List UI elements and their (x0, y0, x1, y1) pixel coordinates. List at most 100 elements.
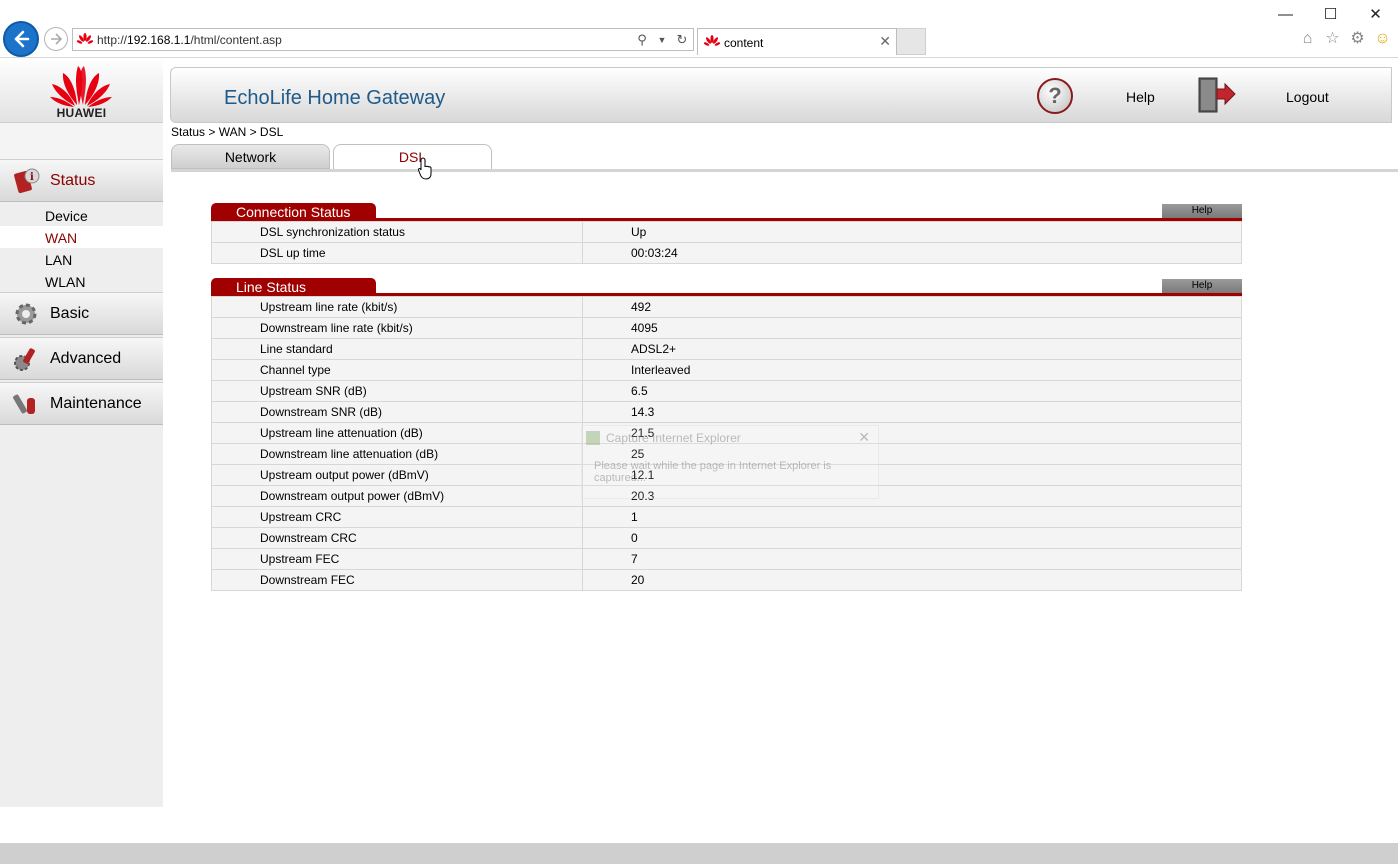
close-tab-icon[interactable]: ✕ (879, 33, 891, 50)
browser-chrome: http://192.168.1.1/html/content.asp ⚲ ▼ … (0, 0, 1398, 58)
row-value: 1 (582, 506, 1242, 528)
row-label: Upstream CRC (211, 506, 583, 528)
sidebar-item-advanced[interactable]: Advanced (0, 337, 163, 380)
sidebar-item-basic[interactable]: Basic (0, 292, 163, 335)
sidebar-item-device[interactable]: Device (0, 204, 163, 226)
address-url: http://192.168.1.1/html/content.asp (97, 33, 282, 47)
huawei-favicon-icon (704, 35, 720, 46)
sidebar-device-label: Device (45, 208, 88, 224)
sidebar-maintenance-label: Maintenance (50, 395, 142, 412)
row-value: 7 (582, 548, 1242, 570)
row-label: Upstream FEC (211, 548, 583, 570)
row-label: Upstream line rate (kbit/s) (211, 296, 583, 318)
back-button[interactable] (3, 21, 39, 57)
connection-status-header: Connection Status Help (211, 203, 1242, 221)
sidebar-spacer (0, 123, 163, 159)
table-row: Downstream FEC 20 (211, 569, 1242, 591)
logo-text: HUAWEI (56, 106, 107, 120)
table-row: Downstream SNR (dB) 14.3 (211, 401, 1242, 423)
capture-close-icon[interactable]: ✕ (858, 429, 870, 446)
row-value: 4095 (582, 317, 1242, 339)
row-label: DSL up time (211, 242, 583, 264)
url-prefix: http:// (97, 33, 128, 47)
hand-cursor-icon (418, 157, 432, 180)
sidebar-advanced-label: Advanced (50, 350, 122, 367)
row-value: Up (582, 221, 1242, 243)
sidebar-status-label: Status (50, 172, 96, 189)
capture-dialog-message: Please wait while the page in Internet E… (594, 460, 832, 484)
back-arrow-icon (14, 30, 30, 48)
advanced-tools-icon (14, 348, 35, 371)
table-row: Line standard ADSL2+ (211, 338, 1242, 360)
forward-arrow-icon (51, 33, 63, 45)
table-row: DSL synchronization status Up (211, 221, 1242, 243)
sidebar-item-status[interactable]: i Status (0, 159, 163, 202)
sidebar-item-wlan[interactable]: WLAN (0, 270, 163, 292)
address-bar[interactable]: http://192.168.1.1/html/content.asp ⚲ ▼ … (72, 28, 694, 51)
table-row: Upstream SNR (dB) 6.5 (211, 380, 1242, 402)
row-label: Downstream CRC (211, 527, 583, 549)
table-row: Downstream line rate (kbit/s) 4095 (211, 317, 1242, 339)
maintenance-wrench-icon (13, 394, 35, 414)
row-label: Line standard (211, 338, 583, 360)
search-icon[interactable]: ⚲ (635, 32, 649, 48)
browser-status-bar (0, 843, 1398, 864)
line-status-help-button[interactable]: Help (1162, 279, 1242, 293)
minimize-icon[interactable]: — (1263, 0, 1308, 30)
sidebar: HUAWEI i Status Device WAN LAN WLAN Basi… (0, 59, 163, 807)
row-label: Downstream SNR (dB) (211, 401, 583, 423)
refresh-icon[interactable]: ↻ (675, 32, 689, 48)
row-label: Channel type (211, 359, 583, 381)
chevron-down-icon[interactable]: ▼ (655, 32, 669, 48)
sidebar-wlan-label: WLAN (45, 274, 86, 290)
table-row: Upstream line rate (kbit/s) 492 (211, 296, 1242, 318)
svg-text:i: i (30, 172, 34, 183)
tab-dsl[interactable]: DSL (333, 144, 492, 169)
row-label: Downstream line rate (kbit/s) (211, 317, 583, 339)
url-path: /html/content.asp (190, 33, 282, 47)
page-tabs: Network DSL (171, 144, 1398, 172)
huawei-logo-icon (50, 66, 112, 107)
close-window-icon[interactable]: ✕ (1353, 0, 1398, 30)
logout-link[interactable]: Logout (1286, 89, 1329, 105)
favorites-star-icon[interactable]: ☆ (1323, 29, 1342, 48)
brand-logo: HUAWEI (0, 59, 163, 123)
app-header: EchoLife Home Gateway ? Help Logout (170, 67, 1392, 123)
sidebar-item-maintenance[interactable]: Maintenance (0, 382, 163, 425)
settings-gear-icon[interactable]: ⚙ (1348, 29, 1367, 48)
logout-door-icon[interactable] (1197, 76, 1237, 114)
help-question-icon[interactable]: ? (1037, 78, 1073, 114)
row-label: Upstream line attenuation (dB) (211, 422, 583, 444)
row-value: 14.3 (582, 401, 1242, 423)
basic-gear-icon (15, 303, 37, 325)
row-value: 20 (582, 569, 1242, 591)
help-link[interactable]: Help (1126, 89, 1155, 105)
status-info-icon: i (14, 168, 40, 194)
row-value: 00:03:24 (582, 242, 1242, 264)
row-label: Upstream SNR (dB) (211, 380, 583, 402)
home-icon[interactable]: ⌂ (1298, 29, 1317, 48)
connection-status-help-button[interactable]: Help (1162, 204, 1242, 218)
row-label: Upstream output power (dBmV) (211, 464, 583, 486)
sidebar-basic-label: Basic (50, 305, 90, 322)
row-value: 0 (582, 527, 1242, 549)
feedback-smiley-icon[interactable]: ☺ (1373, 29, 1392, 48)
maximize-icon[interactable]: ☐ (1308, 0, 1353, 30)
browser-tab-title: content (724, 36, 764, 50)
connection-status-table: DSL synchronization status Up DSL up time 0… (211, 221, 1242, 264)
sidebar-lan-label: LAN (45, 252, 73, 268)
huawei-favicon-icon (77, 33, 93, 44)
sidebar-wan-label: WAN (45, 230, 78, 246)
tab-network[interactable]: Network (171, 144, 330, 169)
browser-tab-content[interactable]: content ✕ (697, 28, 897, 55)
forward-button[interactable] (44, 27, 68, 51)
new-tab-button[interactable] (897, 28, 926, 55)
row-value: 492 (582, 296, 1242, 318)
table-row: Channel type Interleaved (211, 359, 1242, 381)
row-value: 6.5 (582, 380, 1242, 402)
sidebar-item-lan[interactable]: LAN (0, 248, 163, 270)
sidebar-item-wan[interactable]: WAN (0, 226, 163, 248)
capture-app-icon (586, 431, 600, 445)
connection-status-title: Connection Status (211, 203, 376, 221)
capture-dialog: Capture Internet Explorer ✕ Please wait … (581, 425, 879, 499)
